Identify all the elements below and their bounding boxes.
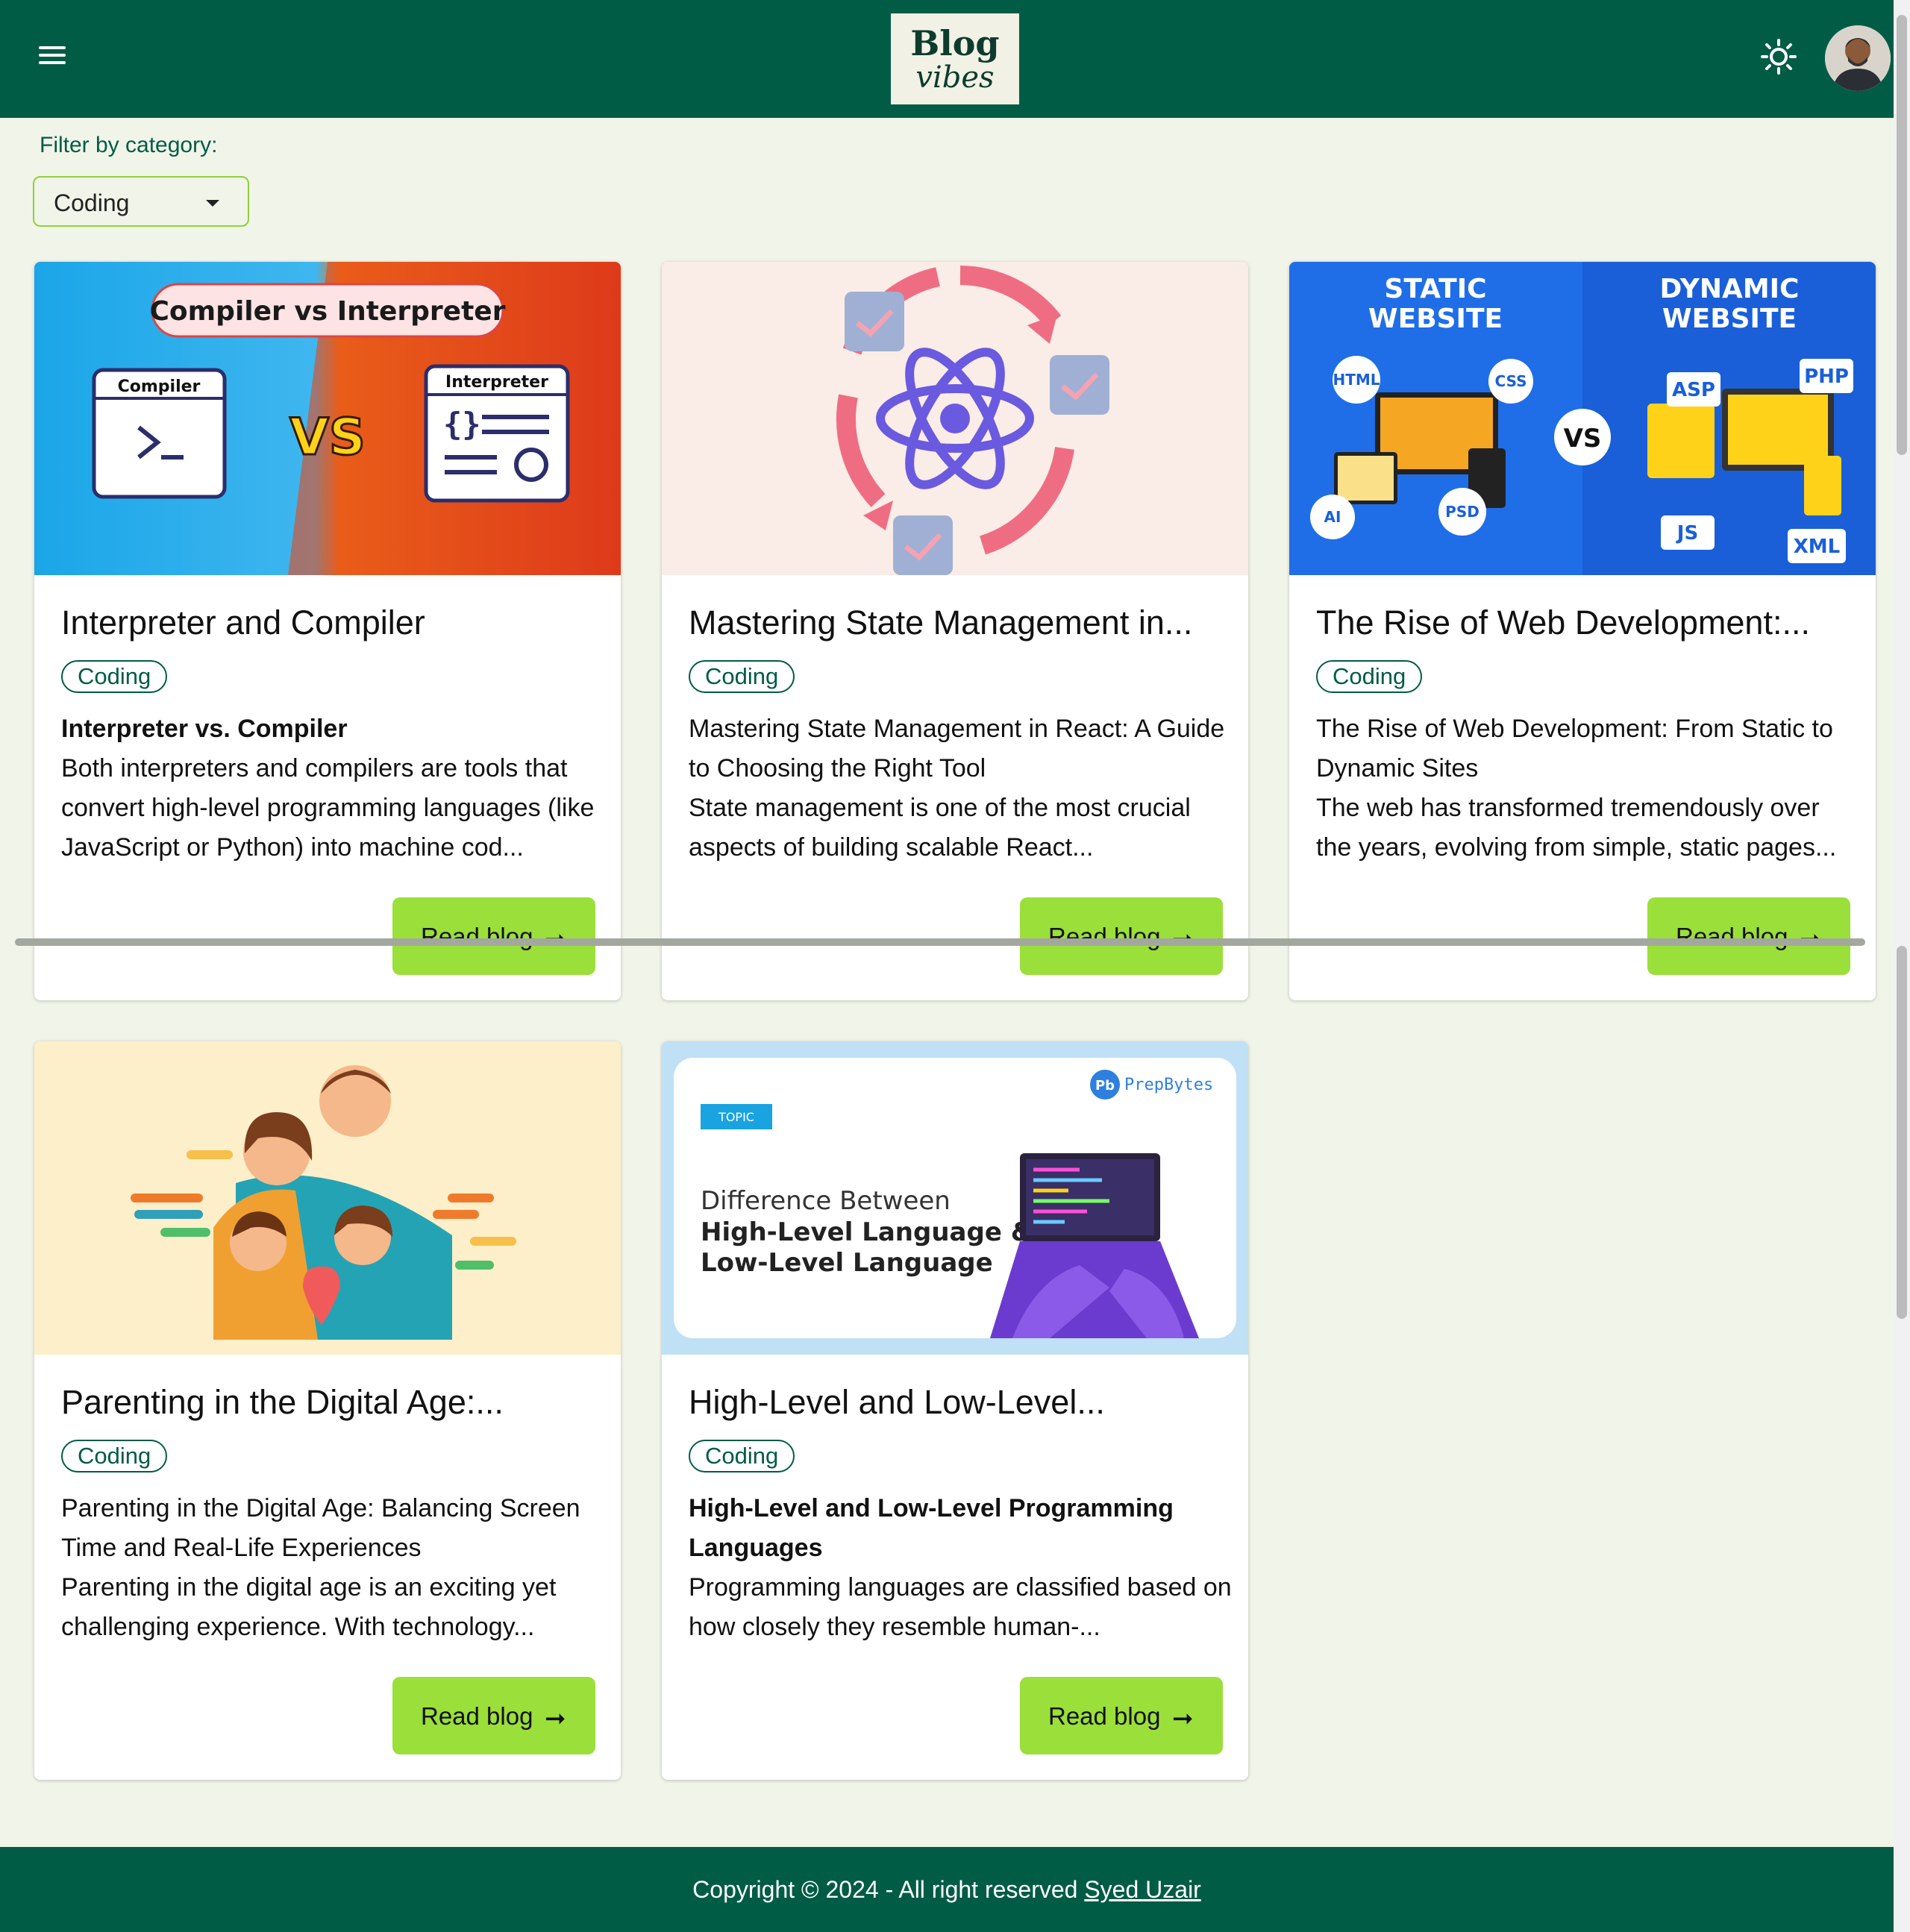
blog-card-excerpt: Parenting in the Digital Age: Balancing … [61,1489,606,1647]
blog-card-excerpt-text: Programming languages are classified bas… [689,1573,1232,1641]
read-blog-label: Read blog [1048,923,1161,950]
svg-text:CSS: CSS [1495,372,1527,390]
svg-text:Compiler: Compiler [118,377,201,396]
copyright-text: Copyright © 2024 - All right reserved [692,1876,1085,1903]
svg-text:STATIC: STATIC [1384,274,1486,304]
svg-text:XML: XML [1794,536,1841,558]
svg-text:WEBSITE: WEBSITE [1368,304,1503,334]
blog-card: Compiler vs Interpreter Compiler VS Inte… [34,262,621,1000]
svg-text:{}: {} [443,406,481,442]
svg-text:VS: VS [1564,424,1602,454]
blog-card-excerpt-text: The web has transformed tremendously ove… [1316,794,1837,862]
scrollbar-thumb[interactable] [1897,946,1907,1319]
blog-card-subtitle: Interpreter vs. Compiler [61,715,348,743]
svg-text:HTML: HTML [1333,371,1380,389]
arrow-right-icon: ➞ [545,1704,566,1733]
blog-card-image: STATIC WEBSITE DYNAMIC WEBSITE VS HTML C… [1289,262,1876,575]
user-avatar[interactable] [1825,25,1891,91]
category-badge: Coding [61,660,168,693]
blog-card: STATIC WEBSITE DYNAMIC WEBSITE VS HTML C… [1289,262,1876,1000]
svg-text:ASP: ASP [1672,379,1715,401]
blog-card-title[interactable]: Parenting in the Digital Age:... [61,1383,504,1422]
category-badge: Coding [689,1440,795,1472]
svg-text:PrepBytes: PrepBytes [1124,1076,1213,1094]
blog-card-subtitle: Mastering State Management in React: A G… [689,715,1225,782]
svg-text:TOPIC: TOPIC [718,1110,754,1124]
blog-card-title[interactable]: The Rise of Web Development:... [1316,603,1810,642]
read-blog-label: Read blog [1048,1702,1161,1730]
site-footer: Copyright © 2024 - All right reserved Sy… [0,1847,1894,1932]
blog-card-subtitle: The Rise of Web Development: From Static… [1316,715,1833,782]
blog-card-subtitle: High-Level and Low-Level Programming Lan… [689,1494,1174,1562]
svg-text:DYNAMIC: DYNAMIC [1660,274,1800,304]
svg-text:Interpreter: Interpreter [445,373,548,392]
svg-text:PHP: PHP [1804,366,1849,388]
svg-text:Low-Level Language: Low-Level Language [701,1248,993,1278]
blog-card-image: Pb PrepBytes TOPIC Difference Between Hi… [662,1041,1248,1355]
blog-card-excerpt-text: Parenting in the digital age is an excit… [61,1573,557,1641]
read-blog-label: Read blog [421,923,533,950]
blog-card: Parenting in the Digital Age:... Coding … [34,1041,621,1780]
horizontal-scrollbar[interactable] [15,938,1865,946]
blog-card-excerpt: Interpreter vs. Compiler Both interprete… [61,709,606,868]
filter-label: Filter by category: [40,133,218,157]
svg-text:High-Level Language &: High-Level Language & [701,1217,1033,1247]
blog-card-excerpt-text: Both interpreters and compilers are tool… [61,754,595,862]
blog-card-image: Compiler vs Interpreter Compiler VS Inte… [34,262,621,575]
hamburger-icon[interactable] [39,46,66,70]
vertical-scrollbar[interactable] [1894,0,1910,1932]
site-logo[interactable]: Blog vibes [891,13,1019,104]
read-blog-button[interactable]: Read blog ➞ [1647,897,1850,975]
read-blog-button[interactable]: Read blog ➞ [392,897,595,975]
blog-card: Pb PrepBytes TOPIC Difference Between Hi… [662,1041,1248,1780]
category-select-value: Coding [54,189,130,216]
svg-text:WEBSITE: WEBSITE [1662,304,1797,334]
category-badge: Coding [1316,660,1423,693]
svg-text:PSD: PSD [1445,503,1480,521]
category-badge: Coding [61,1440,168,1472]
blog-card-image [34,1041,621,1355]
svg-text:Pb: Pb [1095,1078,1115,1094]
blog-card-title[interactable]: Mastering State Management in... [689,603,1192,642]
svg-text:Difference Between: Difference Between [701,1186,951,1216]
blog-card-subtitle: Parenting in the Digital Age: Balancing … [61,1494,580,1562]
svg-text:VS: VS [289,408,366,467]
chevron-down-icon [206,200,219,207]
blog-card-excerpt: The Rise of Web Development: From Static… [1316,709,1861,868]
sun-icon[interactable] [1761,39,1797,75]
blog-card-excerpt: Mastering State Management in React: A G… [689,709,1233,868]
blog-card-excerpt: High-Level and Low-Level Programming Lan… [689,1489,1233,1647]
blog-card-excerpt-text: State management is one of the most cruc… [689,794,1191,862]
author-link[interactable]: Syed Uzair [1084,1876,1201,1903]
read-blog-button[interactable]: Read blog ➞ [1020,897,1223,975]
blog-card-title[interactable]: High-Level and Low-Level... [689,1383,1105,1422]
top-navbar: Blog vibes [0,0,1894,118]
read-blog-label: Read blog [1676,923,1788,950]
blog-card-image [662,262,1248,575]
logo-line-2: vibes [915,60,995,95]
svg-text:Compiler vs Interpreter: Compiler vs Interpreter [150,296,506,327]
svg-text:AI: AI [1324,508,1341,526]
logo-line-1: Blog [910,23,1000,63]
blog-card-title[interactable]: Interpreter and Compiler [61,603,425,642]
category-badge: Coding [689,660,795,693]
read-blog-label: Read blog [421,1702,533,1730]
category-select[interactable]: Coding [33,176,249,227]
read-blog-button[interactable]: Read blog ➞ [1020,1677,1223,1754]
arrow-right-icon: ➞ [1172,1704,1194,1733]
svg-text:JS: JS [1676,522,1698,545]
blog-card: Mastering State Management in... Coding … [662,262,1248,1000]
read-blog-button[interactable]: Read blog ➞ [392,1677,595,1754]
scrollbar-thumb[interactable] [1897,15,1907,455]
